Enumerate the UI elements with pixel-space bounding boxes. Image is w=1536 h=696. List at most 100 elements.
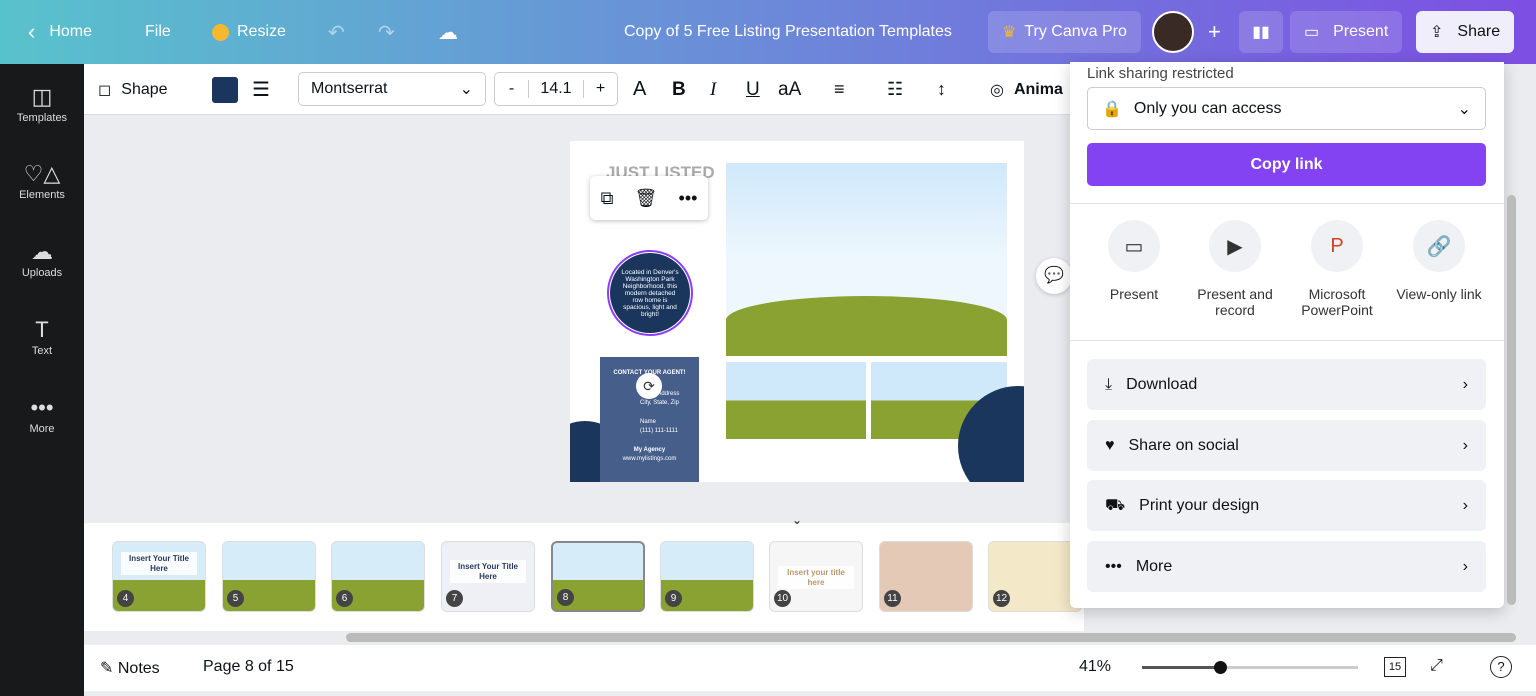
- sidebar-item-uploads[interactable]: ☁ Uploads: [0, 239, 84, 279]
- undo-button[interactable]: ↶: [328, 0, 345, 64]
- access-select[interactable]: 🔒 Only you can access ⌄: [1087, 87, 1486, 130]
- document-title[interactable]: Copy of 5 Free Listing Presentation Temp…: [624, 0, 952, 64]
- share-option-powerpoint[interactable]: P Microsoft PowerPoint: [1297, 220, 1377, 318]
- sidebar-item-elements[interactable]: ♡△ Elements: [0, 161, 84, 201]
- powerpoint-icon: P: [1311, 220, 1363, 272]
- download-icon: ⤓: [1105, 375, 1113, 393]
- bold-button[interactable]: B: [672, 64, 686, 115]
- sidebar-item-templates[interactable]: ◫ Templates: [0, 84, 84, 124]
- element-context-menu: ⧉ 🗑 •••: [590, 176, 708, 220]
- agent-name: Name: [640, 419, 657, 425]
- rotate-icon[interactable]: ⟳: [636, 373, 662, 399]
- sidebar-item-more[interactable]: ••• More: [0, 395, 84, 435]
- font-size-input[interactable]: 14.1: [529, 80, 583, 98]
- bottom-bar: ✎ Notes Page 8 of 15 41% 15 ⤢ ?: [84, 645, 1536, 691]
- main-photo-placeholder[interactable]: [726, 163, 1007, 356]
- collapse-chevron-icon[interactable]: ⌄: [792, 513, 802, 527]
- font-select[interactable]: Montserrat ⌄: [298, 72, 486, 106]
- shape-icon: ◻: [98, 81, 112, 99]
- page-thumbnail[interactable]: Insert Your Title Here 4: [112, 541, 206, 612]
- share-option-present-record[interactable]: ▶ Present and record: [1195, 220, 1275, 318]
- thumbnail-title: Insert your title here: [778, 566, 854, 590]
- share-panel: Link sharing restricted 🔒 Only you can ac…: [1070, 62, 1504, 608]
- page-thumbnail[interactable]: Insert Your Title Here 7: [441, 541, 535, 612]
- add-collaborator-icon[interactable]: +: [1208, 19, 1221, 45]
- zoom-level[interactable]: 41%: [1079, 658, 1111, 676]
- try-canva-pro-button[interactable]: ♛ Try Canva Pro: [988, 11, 1141, 53]
- chevron-right-icon: ›: [1462, 496, 1468, 514]
- horizontal-scrollbar[interactable]: [346, 633, 1516, 642]
- shape-button[interactable]: ◻ Shape: [98, 64, 168, 115]
- share-on-social-row[interactable]: ♥ Share on social ›: [1087, 420, 1486, 471]
- file-menu[interactable]: File: [145, 0, 171, 64]
- color-swatch[interactable]: [212, 64, 238, 115]
- page-thumbnail[interactable]: 6: [331, 541, 425, 612]
- selected-circle-text[interactable]: Located in Denver's Washington Park Neig…: [607, 250, 693, 336]
- divider: [1070, 340, 1504, 341]
- page-thumbnail[interactable]: 11: [879, 541, 973, 612]
- upload-icon: ⇪: [1430, 24, 1444, 41]
- list-icon[interactable]: ☷: [887, 64, 903, 115]
- heart-icon: ♥: [1105, 436, 1115, 454]
- zoom-slider[interactable]: [1142, 661, 1358, 674]
- sidebar-item-text[interactable]: T Text: [0, 317, 84, 357]
- home-button[interactable]: ‹ Home: [28, 0, 92, 64]
- share-panel-scrollbar[interactable]: [1507, 195, 1516, 605]
- increase-size-button[interactable]: +: [583, 80, 617, 98]
- resize-button[interactable]: Resize: [212, 0, 286, 64]
- page-thumbnail[interactable]: Insert your title here 10: [769, 541, 863, 612]
- border-style-icon[interactable]: ☰: [252, 64, 270, 115]
- duplicate-icon[interactable]: ⧉: [601, 188, 614, 209]
- design-page[interactable]: JUST LISTED CONTACT YOUR AGENT! Street A…: [570, 141, 1024, 482]
- link-sharing-label: Link sharing restricted: [1087, 65, 1234, 82]
- website: www.mylistings.com: [622, 456, 677, 462]
- spacing-icon[interactable]: ↕: [937, 64, 946, 115]
- align-center-icon[interactable]: ≡: [834, 64, 845, 115]
- more-icon: •••: [30, 395, 54, 420]
- fullscreen-icon[interactable]: ⤢: [1430, 657, 1443, 675]
- share-button[interactable]: ⇪ Share: [1416, 11, 1515, 53]
- avatar[interactable]: +: [1152, 11, 1221, 53]
- more-icon: •••: [1105, 557, 1122, 575]
- page-thumbnail-strip: ⌄ Insert Your Title Here 4 5 6 Insert You…: [84, 513, 1084, 631]
- font-size-stepper[interactable]: - 14.1 +: [494, 72, 618, 106]
- animate-icon: ◎: [990, 81, 1004, 99]
- page-grid-button[interactable]: 15: [1384, 657, 1406, 677]
- page-thumbnail[interactable]: 5: [222, 541, 316, 612]
- editor-toolbar: ◻ Shape ☰ Montserrat ⌄ - 14.1 + A B I U aA…: [84, 64, 1084, 115]
- truck-icon: ⛟: [1105, 496, 1126, 514]
- redo-button[interactable]: ↷: [378, 0, 395, 64]
- help-icon[interactable]: ?: [1490, 656, 1512, 678]
- more-row[interactable]: ••• More ›: [1087, 541, 1486, 592]
- page-thumbnail[interactable]: 9: [660, 541, 754, 612]
- page-thumbnail[interactable]: 12: [988, 541, 1082, 612]
- insights-button[interactable]: ▮▮: [1239, 11, 1283, 53]
- letter-case-button[interactable]: aA: [778, 64, 801, 115]
- cloud-saved-icon[interactable]: ☁: [438, 0, 458, 64]
- text-icon: T: [35, 317, 49, 342]
- download-row[interactable]: ⤓ Download ›: [1087, 359, 1486, 410]
- text-color-icon[interactable]: A: [633, 64, 646, 115]
- page-thumbnail-selected[interactable]: 8: [551, 541, 645, 612]
- decrease-size-button[interactable]: -: [495, 80, 529, 98]
- page-indicator: Page 8 of 15: [203, 658, 294, 675]
- print-design-row[interactable]: ⛟ Print your design ›: [1087, 480, 1486, 531]
- underline-button[interactable]: U: [746, 64, 760, 115]
- sidebar: ◫ Templates ♡△ Elements ☁ Uploads T Text •••…: [0, 64, 84, 696]
- thumbnail-title: Insert Your Title Here: [121, 552, 197, 576]
- photo-placeholder[interactable]: [726, 362, 866, 439]
- copy-link-button[interactable]: Copy link: [1087, 143, 1486, 186]
- present-button[interactable]: ▭ Present: [1290, 11, 1403, 53]
- chevron-right-icon: ›: [1462, 436, 1468, 454]
- share-option-present[interactable]: ▭ Present: [1094, 220, 1174, 302]
- add-comment-icon[interactable]: 💬: [1036, 258, 1072, 294]
- agent-phone: (111) 111-1111: [640, 428, 678, 434]
- more-options-icon[interactable]: •••: [679, 188, 698, 209]
- share-option-view-only-link[interactable]: 🔗 View-only link: [1394, 220, 1484, 302]
- chevron-down-icon: ⌄: [459, 81, 473, 98]
- notes-button[interactable]: ✎ Notes: [100, 658, 160, 678]
- animate-button[interactable]: ◎ Anima: [990, 64, 1063, 115]
- trash-icon[interactable]: 🗑: [635, 188, 658, 209]
- italic-button[interactable]: I: [710, 64, 716, 115]
- undo-icon: ↶: [328, 21, 345, 44]
